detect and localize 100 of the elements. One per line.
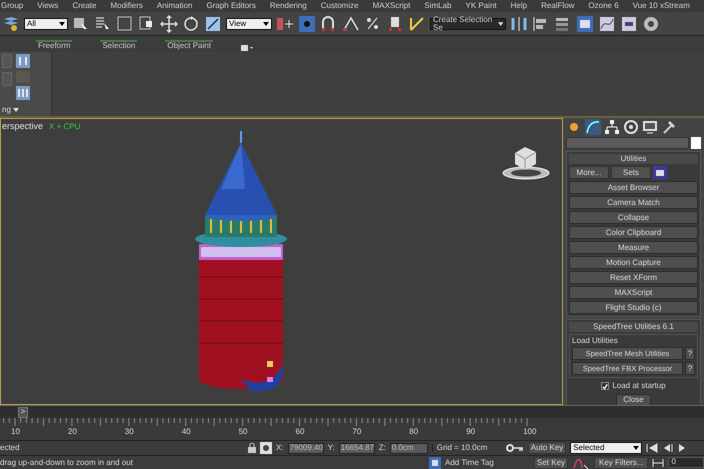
auto-key-button[interactable]: Auto Key xyxy=(528,442,566,454)
viewport-stats: X + CPU xyxy=(49,122,80,130)
scale-icon[interactable] xyxy=(204,14,222,32)
checkbox-label: Load at startup xyxy=(612,382,666,390)
manipulate-icon[interactable] xyxy=(298,14,316,32)
selection-filter-dropdown[interactable]: All xyxy=(24,18,68,30)
distribute-icon[interactable] xyxy=(16,86,30,100)
viewport[interactable]: erspective X + CPU xyxy=(0,118,563,405)
utility-button[interactable]: Collapse xyxy=(569,211,698,224)
utility-button[interactable]: MAXScript xyxy=(569,286,698,299)
menu-item[interactable]: Animation xyxy=(156,2,192,10)
rotate-icon[interactable] xyxy=(182,14,200,32)
utility-button[interactable]: Reset XForm xyxy=(569,271,698,284)
caret-icon xyxy=(633,446,640,450)
menu-item[interactable]: RealFlow xyxy=(541,2,574,10)
reference-coordinate-dropdown[interactable]: View xyxy=(226,18,272,30)
ruler-label: 70 xyxy=(352,428,362,436)
menu-item[interactable]: Help xyxy=(510,2,528,10)
checkmark-icon xyxy=(602,382,608,390)
rollout-title[interactable]: Utilities xyxy=(571,155,696,163)
coordinate-field[interactable]: 79009.40 xyxy=(288,442,324,454)
move-icon[interactable] xyxy=(160,14,178,32)
key-curve-icon[interactable] xyxy=(572,456,590,468)
menu-item[interactable]: Modifiers xyxy=(110,2,143,10)
menu-item[interactable]: MAXScript xyxy=(372,2,410,10)
help-button[interactable]: ? xyxy=(685,347,695,360)
viewport-label[interactable]: erspective xyxy=(2,122,44,131)
time-configuration-icon[interactable] xyxy=(652,458,664,468)
curve-icon[interactable] xyxy=(585,119,601,135)
menu-item[interactable]: Rendering xyxy=(270,2,307,10)
caret-icon xyxy=(263,22,269,26)
utility-button[interactable]: Measure xyxy=(569,241,698,254)
help-button[interactable]: ? xyxy=(685,362,695,375)
ruler-label: 80 xyxy=(409,428,418,436)
utility-button[interactable]: Color Clipboard xyxy=(569,226,698,239)
hierarchy-icon[interactable] xyxy=(604,119,620,135)
menu-item[interactable]: Graph Editors xyxy=(206,2,256,10)
go-to-start-icon[interactable] xyxy=(646,443,658,453)
previous-frame-icon[interactable] xyxy=(662,443,674,453)
menu-item[interactable]: SimLab xyxy=(424,2,452,10)
ruler-label: 30 xyxy=(124,428,134,436)
monitor-icon[interactable] xyxy=(642,119,658,135)
name-field[interactable] xyxy=(566,137,689,149)
menu-item[interactable]: Create xyxy=(72,2,96,10)
caret-icon xyxy=(12,108,19,112)
utility-button[interactable]: Flight Studio (c) xyxy=(569,301,698,314)
ruler-label: 90 xyxy=(466,428,476,436)
sets-button[interactable]: Sets xyxy=(611,166,651,179)
ruler-label: 10 xyxy=(11,428,20,436)
key-filters-button[interactable]: Key Filters... xyxy=(594,456,648,468)
key-icon[interactable] xyxy=(506,444,524,452)
coordinate-field[interactable]: 16654.87 xyxy=(338,442,375,454)
layers-icon[interactable] xyxy=(2,14,20,32)
angle-snap-icon[interactable] xyxy=(342,14,360,32)
coordinate-field[interactable]: 0.0cm xyxy=(390,442,428,454)
utility-button[interactable]: Motion Capture xyxy=(569,256,698,269)
time-tag-icon[interactable] xyxy=(429,456,441,468)
render-setup-icon[interactable] xyxy=(642,14,660,32)
hammer-icon[interactable] xyxy=(661,119,677,135)
coordinate-label: Z: xyxy=(378,444,386,452)
configure-sets-icon[interactable] xyxy=(653,166,667,179)
utility-button[interactable]: Asset Browser xyxy=(569,181,698,194)
spinner-snap-icon[interactable] xyxy=(386,14,404,32)
ruler-label: 40 xyxy=(182,428,191,436)
lock-icon[interactable] xyxy=(248,443,256,453)
frame-field[interactable]: 0 xyxy=(668,457,704,468)
ribbon-panel-dropdown[interactable]: ng xyxy=(2,106,49,114)
edit-named-selection-icon[interactable] xyxy=(408,14,426,32)
rollout-title[interactable]: SpeedTree Utilities 6.1 xyxy=(571,323,696,331)
rectangle-selection-icon[interactable] xyxy=(116,14,134,32)
curve-editor-icon[interactable] xyxy=(598,14,616,32)
time-slider-button[interactable]: > xyxy=(18,406,28,418)
utility-button[interactable]: Camera Match xyxy=(569,196,698,209)
key-mode-dropdown[interactable]: Selected xyxy=(570,442,642,454)
schematic-view-icon[interactable] xyxy=(620,14,638,32)
close-button[interactable]: Close xyxy=(616,394,651,406)
mirror-icon[interactable] xyxy=(510,14,528,32)
checkbox[interactable] xyxy=(601,382,610,390)
caret-icon xyxy=(498,22,503,26)
menu-item[interactable]: Customize xyxy=(320,2,359,10)
set-key-button[interactable]: Set Key xyxy=(534,456,568,468)
coordinate-label: Y: xyxy=(328,444,335,452)
menu-item[interactable]: Group xyxy=(1,2,24,10)
named-selection-dropdown[interactable]: Create Selection Se xyxy=(430,18,506,30)
selection-status: ected xyxy=(0,444,21,452)
menu-item[interactable]: Vue 10 xStream xyxy=(632,2,690,10)
color-swatch[interactable] xyxy=(691,137,701,149)
add-time-tag-button[interactable]: Add Time Tag xyxy=(445,458,530,466)
play-icon[interactable] xyxy=(678,443,686,453)
absolute-mode-icon[interactable] xyxy=(260,442,272,454)
ruler-label: 50 xyxy=(238,428,248,436)
more-button[interactable]: More... xyxy=(569,166,609,179)
menu-item[interactable]: YK Paint xyxy=(465,2,497,10)
menu-item[interactable]: Ozone 6 xyxy=(588,2,619,10)
target-icon[interactable] xyxy=(623,119,639,135)
panel-options-icon[interactable] xyxy=(240,44,253,52)
menu-item[interactable]: Views xyxy=(37,2,58,10)
grid-size: Grid = 10.0cm xyxy=(432,444,502,452)
ruler-label: 20 xyxy=(68,428,77,436)
scene-explorer-icon[interactable] xyxy=(576,14,594,32)
